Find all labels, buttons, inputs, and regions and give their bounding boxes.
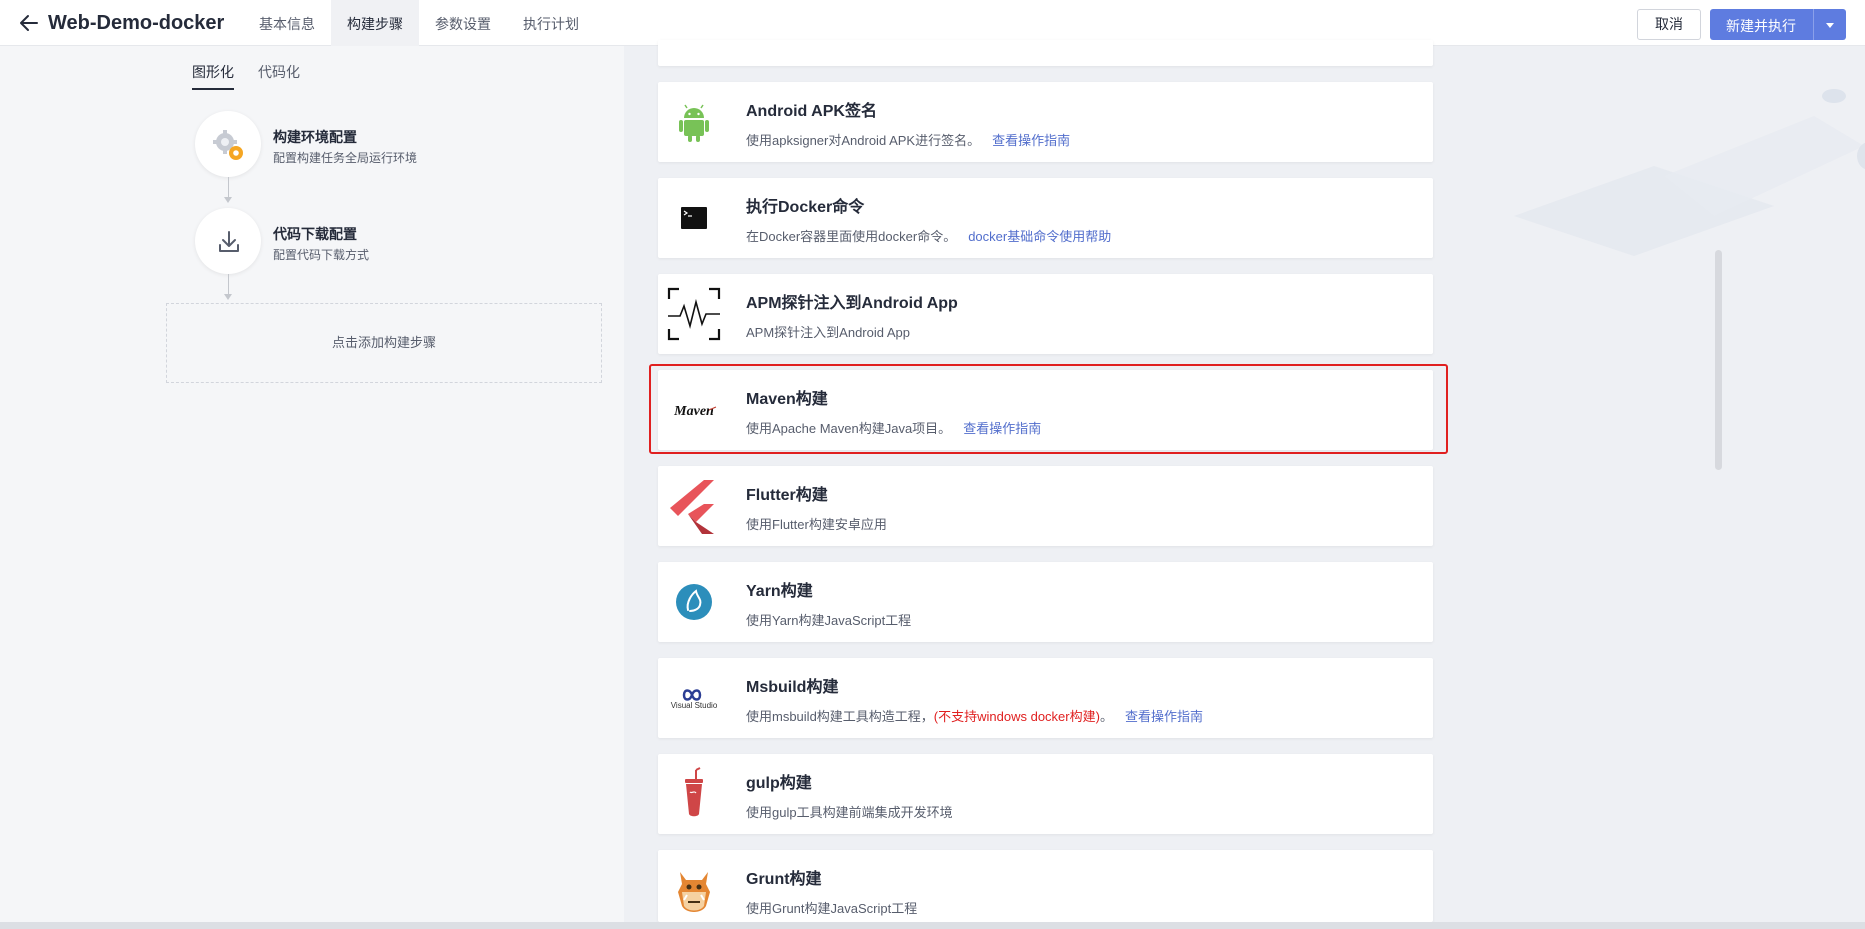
tab-parameters[interactable]: 参数设置 xyxy=(419,0,507,46)
decorative-shape xyxy=(1857,142,1865,170)
card-title: APM探针注入到Android App xyxy=(746,295,958,312)
app-title: Web-Demo-docker xyxy=(48,12,225,34)
card-desc: 在Docker容器里面使用docker命令。 docker基础命令使用帮助 xyxy=(746,226,1111,245)
create-and-run-button[interactable]: 新建并执行 xyxy=(1710,9,1846,40)
step-desc: 配置构建任务全局运行环境 xyxy=(273,151,418,165)
create-and-run-label: 新建并执行 xyxy=(1726,18,1796,34)
tab-build-steps[interactable]: 构建步骤 xyxy=(331,0,419,46)
step-connector xyxy=(228,177,229,198)
step-card-partial[interactable] xyxy=(658,40,1433,66)
guide-link[interactable]: 查看操作指南 xyxy=(992,133,1070,148)
step-card-docker-command[interactable]: 执行Docker命令 在Docker容器里面使用docker命令。 docker基… xyxy=(658,178,1433,258)
tab-graphical[interactable]: 图形化 xyxy=(192,62,234,90)
docker-help-link[interactable]: docker基础命令使用帮助 xyxy=(968,229,1111,244)
connector-arrow-icon xyxy=(224,197,232,203)
card-title: Yarn构建 xyxy=(746,583,813,600)
card-desc-text: 使用msbuild构建工具构造工程， xyxy=(746,709,934,724)
tab-code[interactable]: 代码化 xyxy=(258,62,300,90)
card-desc: APM探针注入到Android App xyxy=(746,322,910,341)
bottom-strip xyxy=(0,922,1865,929)
left-panel: 图形化 代码化 xyxy=(0,46,624,922)
tab-schedule[interactable]: 执行计划 xyxy=(507,0,595,46)
guide-link[interactable]: 查看操作指南 xyxy=(963,421,1041,436)
terminal-icon xyxy=(666,190,722,246)
header-tabs: 基本信息 构建步骤 参数设置 执行计划 xyxy=(243,0,595,46)
add-build-step-button[interactable]: 点击添加构建步骤 xyxy=(166,303,602,383)
card-desc: 使用msbuild构建工具构造工程，(不支持windows docker构建)。… xyxy=(746,706,1203,725)
yarn-icon xyxy=(666,574,722,630)
step-desc: 配置代码下载方式 xyxy=(273,248,370,262)
card-desc-text: 使用Yarn构建JavaScript工程 xyxy=(746,613,912,628)
download-icon xyxy=(219,231,239,252)
visual-studio-logo-text: Visual Studio xyxy=(671,701,718,710)
chevron-down-icon[interactable] xyxy=(1826,23,1834,28)
step-card-yarn[interactable]: Yarn构建 使用Yarn构建JavaScript工程 xyxy=(658,562,1433,642)
card-desc: 使用Yarn构建JavaScript工程 xyxy=(746,610,911,629)
card-title: gulp构建 xyxy=(746,775,812,792)
gulp-icon xyxy=(666,766,722,822)
mode-tabs: 图形化 代码化 xyxy=(192,62,300,90)
back-arrow-icon[interactable] xyxy=(18,12,40,34)
card-title: Msbuild构建 xyxy=(746,679,839,696)
card-title: 执行Docker命令 xyxy=(746,199,865,216)
card-desc: 使用gulp工具构建前端集成开发环境 xyxy=(746,802,953,821)
cancel-button[interactable]: 取消 xyxy=(1637,9,1701,40)
gears-icon xyxy=(213,130,243,160)
maven-logo-text: Maven xyxy=(673,404,714,419)
card-desc-text: APM探针注入到Android App xyxy=(746,325,911,340)
step-title: 构建环境配置 xyxy=(273,129,357,145)
card-desc: 使用Grunt构建JavaScript工程 xyxy=(746,898,917,917)
step-card-gulp[interactable]: gulp构建 使用gulp工具构建前端集成开发环境 xyxy=(658,754,1433,834)
grunt-icon xyxy=(666,862,722,918)
card-desc-text: 使用Flutter构建安卓应用 xyxy=(746,517,887,532)
card-desc-suffix: 。 xyxy=(1099,709,1113,724)
visual-studio-icon: Visual Studio xyxy=(666,670,722,726)
guide-link[interactable]: 查看操作指南 xyxy=(1125,709,1203,724)
step-card-msbuild[interactable]: Visual Studio Msbuild构建 使用msbuild构建工具构造工… xyxy=(658,658,1433,738)
maven-icon: Maven xyxy=(666,382,722,438)
connector-arrow-icon xyxy=(224,294,232,300)
card-title: Android APK签名 xyxy=(746,103,877,120)
vertical-scrollbar[interactable] xyxy=(1715,250,1722,470)
card-title: Grunt构建 xyxy=(746,871,822,888)
step-card-grunt[interactable]: Grunt构建 使用Grunt构建JavaScript工程 xyxy=(658,850,1433,922)
card-desc-text: 在Docker容器里面使用docker命令。 xyxy=(746,229,957,244)
tab-basic-info[interactable]: 基本信息 xyxy=(243,0,331,46)
warning-text: (不支持windows docker构建) xyxy=(933,709,1100,724)
card-desc-text: 使用gulp工具构建前端集成开发环境 xyxy=(746,805,953,820)
card-desc: 使用apksigner对Android APK进行签名。 查看操作指南 xyxy=(746,130,1070,149)
step-build-env[interactable]: 构建环境配置 配置构建任务全局运行环境 xyxy=(195,111,535,177)
android-icon xyxy=(666,94,722,150)
card-desc-text: 使用Apache Maven构建Java项目。 xyxy=(746,421,952,436)
step-card-android-apk-sign[interactable]: Android APK签名 使用apksigner对Android APK进行签… xyxy=(658,82,1433,162)
step-code-download[interactable]: 代码下载配置 配置代码下载方式 xyxy=(195,208,535,274)
card-desc: 使用Apache Maven构建Java项目。 查看操作指南 xyxy=(746,418,1041,437)
card-desc: 使用Flutter构建安卓应用 xyxy=(746,514,887,533)
step-icon-circle xyxy=(195,208,261,274)
card-title: Flutter构建 xyxy=(746,487,828,504)
card-title: Maven构建 xyxy=(746,391,828,408)
decorative-background xyxy=(1514,89,1864,256)
card-desc-text: 使用apksigner对Android APK进行签名。 xyxy=(746,133,981,148)
step-connector xyxy=(228,274,229,295)
card-desc-text: 使用Grunt构建JavaScript工程 xyxy=(746,901,918,916)
flutter-icon xyxy=(666,478,722,534)
button-divider xyxy=(1813,9,1814,40)
step-card-flutter[interactable]: Flutter构建 使用Flutter构建安卓应用 xyxy=(658,466,1433,546)
step-title: 代码下载配置 xyxy=(273,226,357,242)
apm-icon xyxy=(666,286,722,342)
step-card-apm-android[interactable]: APM探针注入到Android App APM探针注入到Android App xyxy=(658,274,1433,354)
step-icon-circle xyxy=(195,111,261,177)
step-card-maven[interactable]: Maven Maven构建 使用Apache Maven构建Java项目。 查看操… xyxy=(658,370,1433,450)
